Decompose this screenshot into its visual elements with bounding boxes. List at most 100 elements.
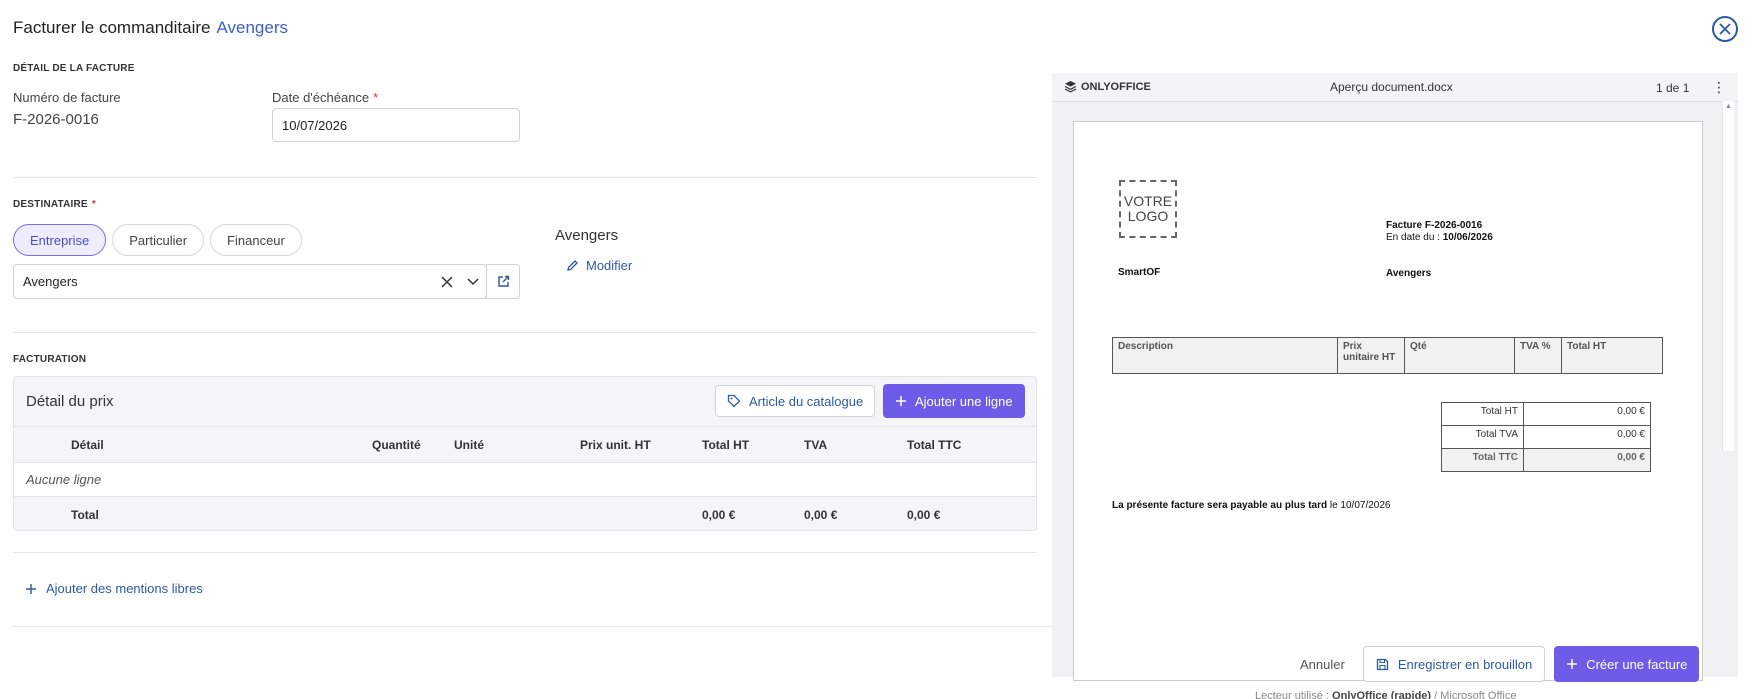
doc-col-total-ht: Total HT xyxy=(1561,337,1663,374)
plus-icon xyxy=(896,396,906,406)
invoice-number-value: F-2026-0016 xyxy=(13,111,99,128)
logo-line-2: LOGO xyxy=(1127,208,1169,224)
recipient-summary-name: Avengers xyxy=(555,227,619,244)
plus-icon xyxy=(26,583,36,594)
doc-total-tva-label: Total TVA xyxy=(1441,425,1524,449)
divider xyxy=(13,332,1037,333)
doc-total-ttc-label: Total TTC xyxy=(1441,448,1524,472)
required-mark: * xyxy=(91,199,96,210)
col-total-ht: Total HT xyxy=(702,438,750,452)
close-icon xyxy=(1719,23,1731,35)
price-detail-card: Détail du prix Article du catalogue Ajou… xyxy=(13,376,1037,531)
doc-payment-terms-bold: La présente facture sera payable au plus… xyxy=(1112,500,1328,511)
chevron-down-icon[interactable] xyxy=(460,277,486,286)
recipient-select-value: Avengers xyxy=(23,274,78,289)
divider xyxy=(13,552,1037,553)
chip-particulier[interactable]: Particulier xyxy=(112,224,205,256)
reader-prefix: Lecteur utilisé : xyxy=(1255,690,1333,699)
reader-note: Lecteur utilisé : OnlyOffice (rapide) / … xyxy=(1255,690,1516,699)
create-invoice-label: Créer une facture xyxy=(1586,656,1688,672)
modify-recipient-link[interactable]: Modifier xyxy=(566,258,632,273)
add-free-mentions-link[interactable]: Ajouter des mentions libres xyxy=(25,581,203,596)
due-date-label-text: Date d'échéance xyxy=(272,90,370,105)
add-free-mentions-label: Ajouter des mentions libres xyxy=(46,581,203,596)
due-date-label: Date d'échéance * xyxy=(272,90,378,105)
recipient-select[interactable]: Avengers xyxy=(13,264,487,299)
doc-total-ht-value: 0,00 € xyxy=(1523,402,1651,426)
doc-payment-terms-date: le 10/07/2026 xyxy=(1327,500,1391,511)
close-button[interactable] xyxy=(1712,16,1738,42)
more-options-icon[interactable]: ⋮ xyxy=(1712,79,1726,96)
page-title-client: Avengers xyxy=(216,18,288,37)
preview-scrollbar[interactable]: ▲ xyxy=(1722,101,1734,451)
save-icon xyxy=(1376,658,1388,670)
recipient-section-title-text: DESTINATAIRE xyxy=(13,199,88,210)
footer-actions: Annuler Enregistrer en brouillon Créer u… xyxy=(1300,646,1700,682)
add-line-label: Ajouter une ligne xyxy=(915,393,1013,409)
reader-onlyoffice-option[interactable]: OnlyOffice (rapide) xyxy=(1332,690,1431,699)
modify-recipient-label: Modifier xyxy=(586,258,633,273)
clear-icon[interactable] xyxy=(434,275,460,288)
reader-microsoft-option[interactable]: Microsoft Office xyxy=(1440,690,1516,699)
col-total-ttc: Total TTC xyxy=(907,438,962,452)
required-mark: * xyxy=(373,90,379,105)
tag-icon xyxy=(727,394,741,408)
doc-invoice-title: Facture F-2026-0016 xyxy=(1386,220,1483,231)
due-date-value: 10/07/2026 xyxy=(282,117,348,133)
billing-section-title: FACTURATION xyxy=(13,354,87,365)
onlyoffice-brand-text: ONLYOFFICE xyxy=(1081,80,1151,93)
col-unit-price: Prix unit. HT xyxy=(580,438,651,452)
total-ht-value: 0,00 € xyxy=(702,508,736,522)
cancel-button[interactable]: Annuler xyxy=(1300,657,1345,672)
price-table-total-row: Total 0,00 € 0,00 € 0,00 € xyxy=(14,497,1036,530)
doc-total-tva-value: 0,00 € xyxy=(1523,425,1651,449)
page-indicator: 1 de 1 xyxy=(1656,81,1690,95)
external-link-icon xyxy=(497,275,509,287)
doc-total-ht-label: Total HT xyxy=(1441,402,1524,426)
price-detail-title: Détail du prix xyxy=(26,393,114,410)
doc-date-value: 10/06/2026 xyxy=(1442,232,1493,243)
invoice-detail-section-title: DÉTAIL DE LA FACTURE xyxy=(13,63,135,74)
page-title: Facturer le commanditaire Avengers xyxy=(13,18,288,38)
recipient-section-title: DESTINATAIRE * xyxy=(13,199,96,210)
doc-col-description: Description xyxy=(1112,337,1338,374)
plus-icon xyxy=(1567,659,1578,669)
catalog-article-button[interactable]: Article du catalogue xyxy=(715,385,876,417)
total-label: Total xyxy=(71,508,99,522)
doc-items-table: Description Prix unitaire HT Qté TVA % T… xyxy=(1112,337,1663,374)
scroll-up-icon[interactable]: ▲ xyxy=(1725,103,1732,111)
recipient-type-chips: Entreprise Particulier Financeur xyxy=(13,224,308,256)
page-title-text: Facturer le commanditaire xyxy=(13,18,211,37)
preview-filename: Aperçu document.docx xyxy=(1330,80,1453,94)
col-tva: TVA xyxy=(804,438,828,452)
logo-placeholder: VOTRE LOGO xyxy=(1119,180,1177,238)
open-recipient-button[interactable] xyxy=(486,264,520,299)
col-detail: Détail xyxy=(71,438,104,452)
create-invoice-button[interactable]: Créer une facture xyxy=(1554,646,1700,682)
catalog-article-label: Article du catalogue xyxy=(749,393,864,409)
doc-col-tva: TVA % xyxy=(1514,337,1562,374)
save-draft-label: Enregistrer en brouillon xyxy=(1397,656,1533,672)
divider xyxy=(13,177,1037,178)
add-line-button[interactable]: Ajouter une ligne xyxy=(883,384,1025,418)
doc-date-prefix: En date du : xyxy=(1386,232,1443,243)
chip-entreprise[interactable]: Entreprise xyxy=(13,224,107,256)
document-page: VOTRE LOGO Facture F-2026-0016 En date d… xyxy=(1073,121,1703,681)
doc-col-unit-price: Prix unitaire HT xyxy=(1337,337,1405,374)
invoice-number-label: Numéro de facture xyxy=(13,90,121,105)
total-ttc-value: 0,00 € xyxy=(907,508,941,522)
price-table-header: Détail Quantité Unité Prix unit. HT Tota… xyxy=(14,426,1036,462)
doc-payment-terms: La présente facture sera payable au plus… xyxy=(1112,500,1390,511)
due-date-input[interactable]: 10/07/2026 xyxy=(272,108,520,142)
doc-totals-table: Total HT 0,00 € Total TVA 0,00 € Total T… xyxy=(1441,402,1651,472)
layers-icon xyxy=(1064,81,1077,93)
doc-col-qty: Qté xyxy=(1404,337,1515,374)
doc-total-ttc-value: 0,00 € xyxy=(1523,448,1651,472)
reader-separator: / xyxy=(1431,690,1441,699)
pencil-icon xyxy=(567,260,578,271)
col-quantity: Quantité xyxy=(372,438,421,452)
save-draft-button[interactable]: Enregistrer en brouillon xyxy=(1362,646,1546,682)
onlyoffice-brand: ONLYOFFICE xyxy=(1064,80,1151,93)
chip-financeur[interactable]: Financeur xyxy=(210,224,302,256)
col-unit: Unité xyxy=(454,438,484,452)
